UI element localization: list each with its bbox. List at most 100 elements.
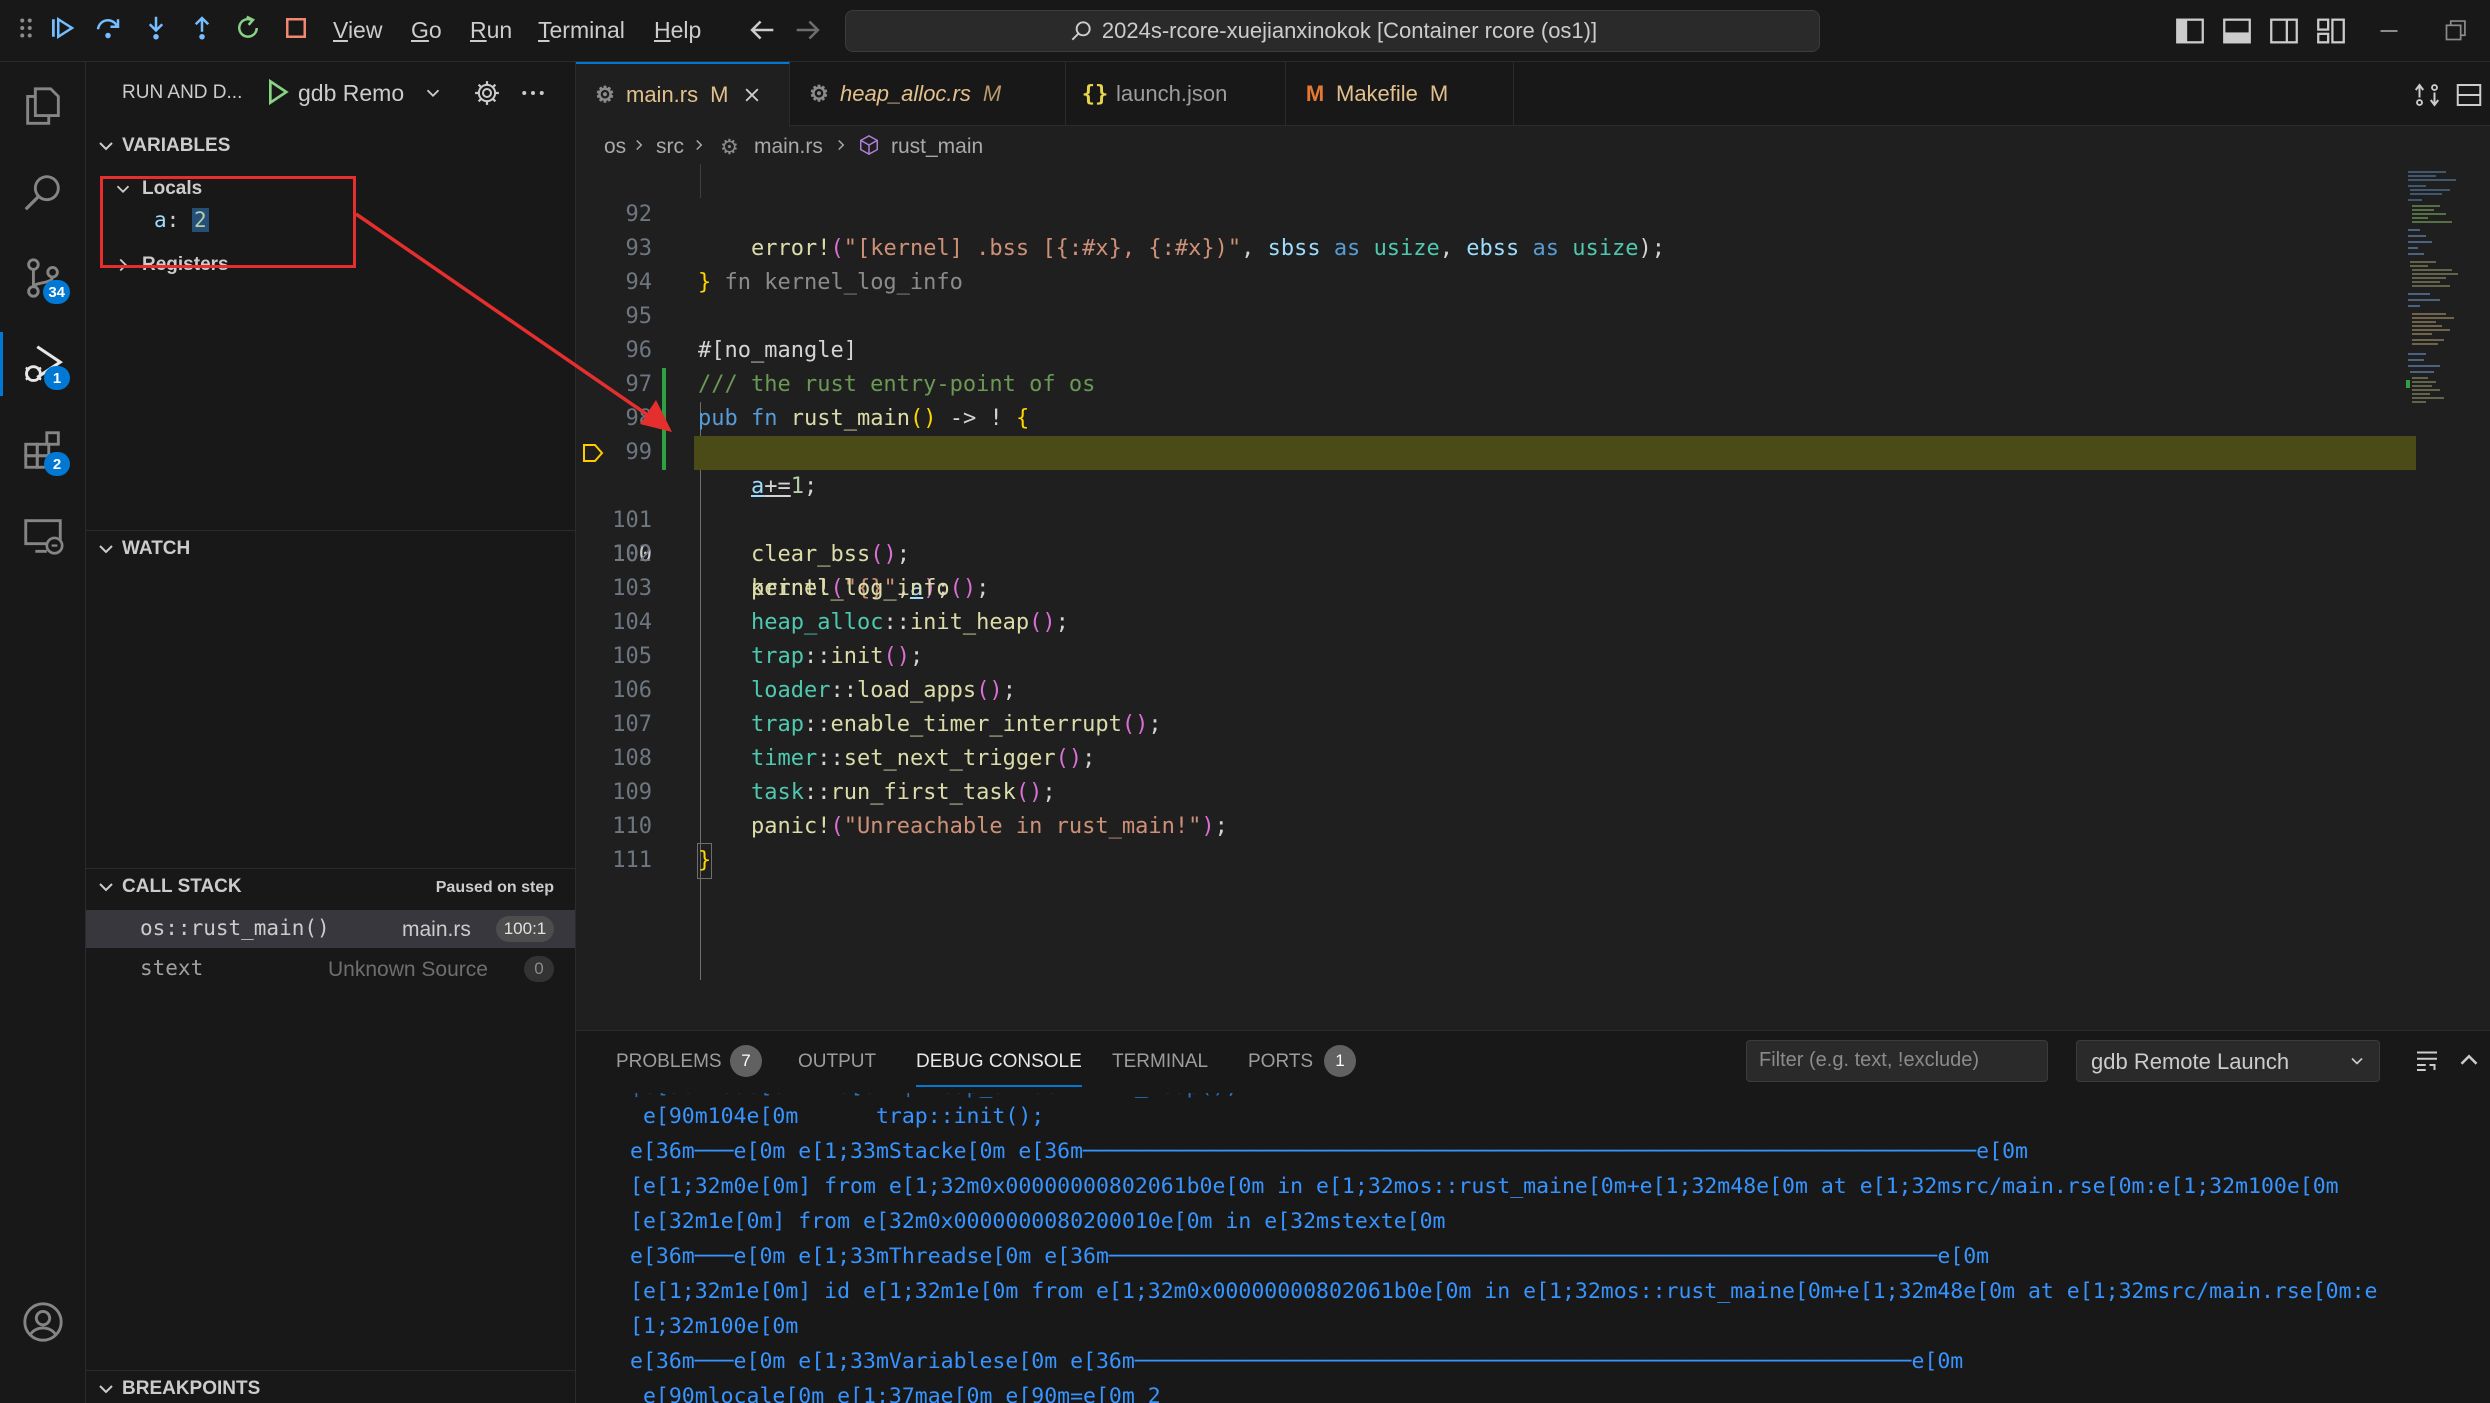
maximize-panel-icon[interactable] — [2454, 1045, 2484, 1075]
remote-explorer-icon[interactable] — [0, 496, 86, 576]
run-debug-icon[interactable]: 1 — [0, 324, 86, 404]
rust-file-icon: ⚙ — [809, 81, 829, 106]
restart-icon[interactable] — [228, 8, 268, 48]
tab-debug-console[interactable]: DEBUG CONSOLE — [916, 1051, 1082, 1087]
step-into-icon[interactable] — [136, 8, 176, 48]
run-debug-sidebar: RUN AND D... gdb Remo VARIABLES Locals a… — [86, 62, 576, 1403]
annotation-highlight-box — [100, 176, 356, 268]
breadcrumb-item[interactable]: os — [604, 135, 626, 159]
console-filter-input[interactable]: Filter (e.g. text, !exclude) — [1746, 1040, 2048, 1082]
stack-frame[interactable]: os::rust_main() main.rs 100:1 — [86, 910, 575, 948]
search-icon — [1071, 21, 1091, 41]
restore-icon[interactable] — [2438, 14, 2472, 48]
tab-launch-json[interactable]: {} launch.json — [1066, 62, 1286, 126]
problems-badge: 7 — [730, 1045, 762, 1077]
chevron-right-icon — [838, 139, 845, 151]
variables-section-header[interactable]: VARIABLES — [86, 128, 576, 164]
step-over-icon[interactable] — [88, 8, 128, 48]
code-line: 92 error!("[kernel] .bss [{:#x}, {:#x})"… — [625, 202, 1666, 261]
code-line: 103 heap_alloc::init_heap(); — [612, 576, 1069, 635]
minimize-icon[interactable] — [2372, 14, 2406, 48]
current-execution-line: 100 print!("{}",a); — [576, 436, 2416, 601]
word-wrap-icon[interactable] — [2412, 1045, 2442, 1075]
stack-frame-source: main.rs — [402, 918, 471, 941]
menu-help[interactable]: Help — [654, 17, 701, 44]
chevron-down-icon — [99, 545, 113, 554]
command-center-label: 2024s-rcore-xuejianxinokok [Container rc… — [1101, 18, 1598, 43]
menu-view[interactable]: View — [333, 17, 382, 44]
toggle-secondary-sidebar-icon[interactable] — [2267, 14, 2301, 48]
code-line: 104 trap::init(); — [612, 610, 924, 669]
chevron-down-icon — [99, 883, 113, 892]
command-center[interactable]: 2024s-rcore-xuejianxinokok [Container rc… — [845, 10, 1820, 52]
watch-section-header[interactable]: WATCH — [86, 530, 576, 566]
menu-run[interactable]: Run — [470, 17, 512, 44]
source-control-icon[interactable]: 34 — [0, 238, 86, 318]
code-line: 106 trap::enable_timer_interrupt(); — [612, 678, 1162, 737]
close-icon[interactable] — [742, 85, 762, 105]
chevron-down-icon[interactable] — [422, 82, 444, 104]
start-debugging-icon[interactable] — [261, 76, 293, 108]
editor-scrollbar[interactable] — [2476, 164, 2490, 1030]
console-line: [e[1;32m0e[0m] from e[1;32m0x00000000802… — [630, 1174, 2339, 1199]
minimap[interactable] — [2406, 164, 2472, 464]
stack-frame-position: 0 — [524, 956, 554, 982]
chevron-right-icon — [636, 139, 643, 151]
callstack-section-header[interactable]: CALL STACK Paused on step — [86, 868, 576, 904]
tab-makefile[interactable]: M Makefile M — [1286, 62, 1514, 126]
makefile-icon: M — [1305, 81, 1325, 106]
code-line: 101 clear_bss(); — [612, 508, 910, 567]
console-line: [e[32m1e[0m] from e[32m0x000000008020001… — [630, 1209, 1446, 1234]
drag-handle-icon[interactable] — [6, 8, 46, 48]
breadcrumb-item[interactable]: src — [656, 135, 684, 159]
debug-config-select[interactable]: gdb Remo — [298, 80, 404, 107]
tab-heap-alloc-rs[interactable]: ⚙ heap_alloc.rs M — [790, 62, 1066, 126]
step-out-icon[interactable] — [182, 8, 222, 48]
debug-console-output[interactable]: ┆e[90m103e[0m e[0m ┆ heap_alloc::init_he… — [576, 1091, 2490, 1403]
continue-icon[interactable] — [42, 8, 82, 48]
breadcrumb-item[interactable]: main.rs — [754, 135, 823, 159]
gear-icon[interactable] — [472, 78, 502, 108]
tab-terminal[interactable]: TERMINAL — [1112, 1051, 1208, 1073]
callstack-status: Paused on step — [435, 879, 554, 896]
split-editor-icon[interactable] — [2454, 80, 2484, 110]
toggle-panel-icon[interactable] — [2220, 14, 2254, 48]
tab-main-rs[interactable]: ⚙ main.rs M — [576, 62, 790, 126]
tab-problems[interactable]: PROBLEMS — [616, 1051, 722, 1073]
debug-session-select[interactable]: gdb Remote Launch — [2076, 1040, 2380, 1082]
breakpoints-section-header[interactable]: BREAKPOINTS — [86, 1370, 576, 1403]
code-line: 93 } fn kernel_log_info — [625, 236, 963, 295]
customize-layout-icon[interactable] — [2314, 14, 2348, 48]
run-debug-badge: 1 — [44, 366, 70, 390]
code-line: 107 timer::set_next_trigger(); — [612, 712, 1096, 771]
breadcrumb: os src ⚙ main.rs rust_main — [576, 126, 2490, 164]
breadcrumb-item[interactable]: rust_main — [891, 135, 983, 159]
code-line: 95 #[no_mangle] — [625, 304, 857, 363]
toggle-primary-sidebar-icon[interactable] — [2173, 14, 2207, 48]
stop-icon[interactable] — [276, 8, 316, 48]
stack-frame[interactable]: stext Unknown Source 0 — [86, 950, 575, 988]
open-changes-icon[interactable] — [2412, 80, 2442, 110]
menu-go[interactable]: Go — [411, 17, 442, 44]
code-line: 99 a+=1; — [625, 440, 818, 499]
code-editor[interactable]: 92 error!("[kernel] .bss [{:#x}, {:#x})"… — [576, 164, 2490, 1030]
stack-frame-function: stext — [140, 956, 204, 980]
current-line-highlight — [694, 436, 2416, 470]
extensions-icon[interactable]: 2 — [0, 410, 86, 490]
tab-output[interactable]: OUTPUT — [798, 1051, 876, 1073]
menu-terminal[interactable]: Terminal — [538, 17, 625, 44]
rust-file-icon: ⚙ — [595, 82, 615, 107]
search-icon[interactable] — [0, 152, 86, 232]
go-forward-icon[interactable] — [791, 13, 825, 47]
more-actions-icon[interactable] — [518, 78, 548, 108]
json-file-icon: {} — [1081, 81, 1109, 107]
code-line: 110 } — [576, 776, 2416, 879]
chevron-down-icon — [99, 142, 113, 151]
accounts-icon[interactable] — [0, 1282, 86, 1362]
go-back-icon[interactable] — [745, 13, 779, 47]
tab-ports[interactable]: PORTS — [1248, 1051, 1313, 1073]
explorer-icon[interactable] — [0, 66, 86, 146]
sidebar-header: RUN AND D... gdb Remo — [86, 62, 576, 128]
code-line: 94 — [625, 270, 653, 295]
console-line: e[36m───e[0m e[1;33mStacke[0m e[36m─────… — [630, 1139, 2028, 1164]
